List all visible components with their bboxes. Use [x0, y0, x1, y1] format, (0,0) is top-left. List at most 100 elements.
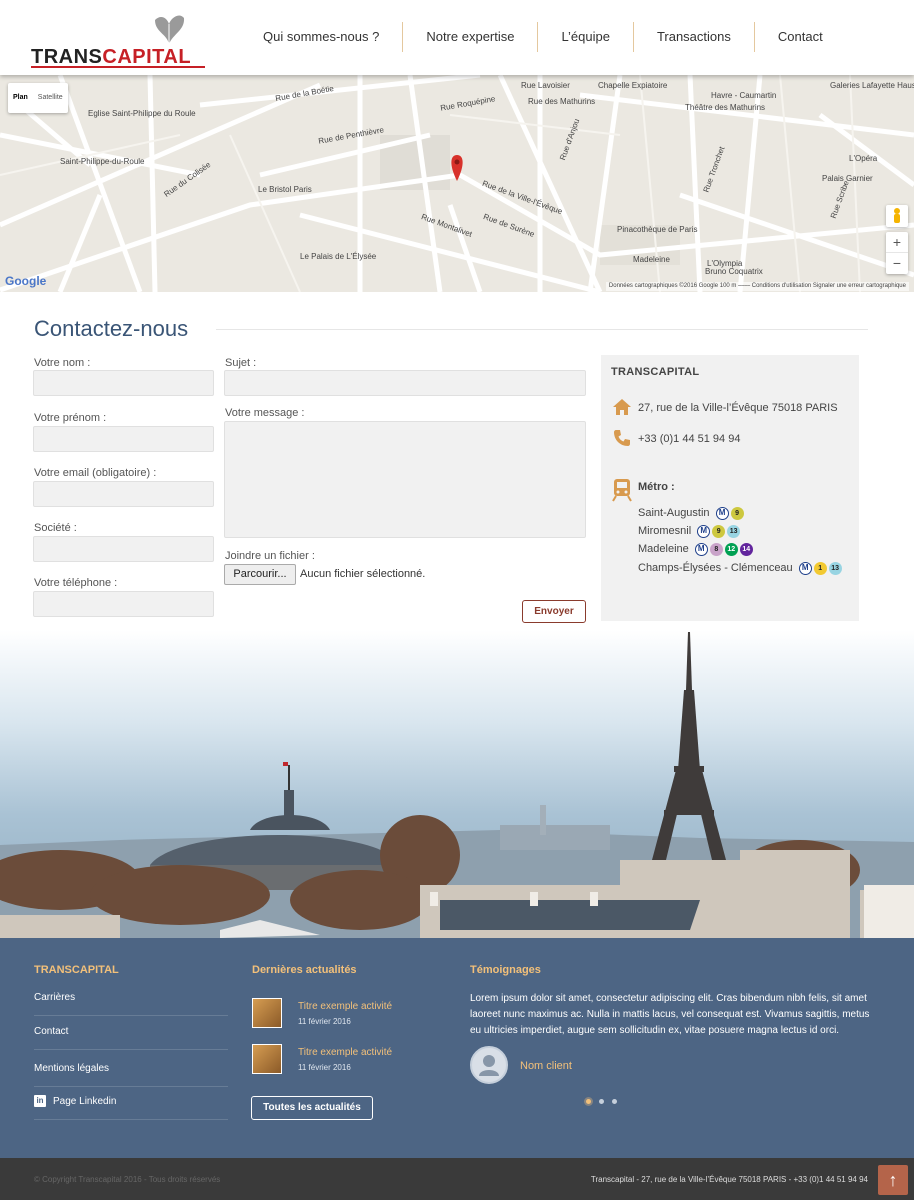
news-thumbnail[interactable] — [252, 998, 282, 1028]
metro-logo-icon: M — [798, 561, 812, 575]
file-label: Joindre un fichier : — [225, 550, 315, 562]
metro-station-name: Champs-Élysées - Clémenceau — [638, 562, 793, 574]
zoom-out-button[interactable]: − — [886, 253, 908, 274]
footer-company-title: TRANSCAPITAL — [34, 964, 119, 976]
map-label: Havre - Caumartin — [711, 91, 777, 100]
map-label: Madeleine — [633, 255, 670, 264]
name-field[interactable] — [33, 370, 214, 396]
page-title: Contactez-nous — [34, 316, 189, 341]
client-name: Nom client — [520, 1060, 572, 1072]
message-textarea[interactable] — [224, 421, 586, 538]
subject-label: Sujet : — [225, 357, 257, 369]
metro-line-badge: 9 — [712, 524, 726, 538]
map-label: Eglise Saint-Philippe du Roule — [88, 109, 196, 118]
all-news-button[interactable]: Toutes les actualités — [251, 1096, 373, 1120]
nav-item-contact[interactable]: Contact — [755, 22, 846, 52]
map-label: L'Opéra — [849, 154, 878, 163]
map-label: Pinacothèque de Paris — [617, 225, 698, 234]
metro-logo-icon: M — [715, 506, 729, 520]
info-phone: +33 (0)1 44 51 94 94 — [638, 433, 741, 445]
nav-item-equipe[interactable]: L’équipe — [538, 22, 634, 52]
google-logo: Google — [5, 274, 47, 288]
map-type-control: Plan Satellite — [8, 83, 68, 113]
map-type-plan[interactable]: Plan — [8, 83, 33, 113]
metro-line-badge: 12 — [724, 542, 738, 556]
message-label: Votre message : — [225, 407, 305, 419]
metro-station-row: Champs-Élysées - Clémenceau M 1 13 — [638, 560, 844, 576]
metro-station-name: Saint-Augustin — [638, 507, 710, 519]
metro-line-badge: 1 — [813, 561, 827, 575]
arrow-up-icon: ↑ — [888, 1170, 898, 1190]
news-title[interactable]: Titre exemple activité — [298, 1047, 392, 1058]
testimonial-text: Lorem ipsum dolor sit amet, consectetur … — [470, 993, 870, 1036]
footer-link-mentions[interactable]: Mentions légales — [34, 1063, 228, 1087]
pager-dot[interactable] — [612, 1099, 617, 1104]
phone-label: Votre téléphone : — [34, 577, 118, 589]
map-zoom-control: + − — [886, 232, 908, 274]
map-label: Le Palais de L'Élysée — [300, 252, 377, 261]
street-view-pegman-icon[interactable] — [886, 205, 908, 227]
subject-field[interactable] — [224, 370, 586, 396]
map-label: Saint-Philippe-du-Roule — [60, 157, 145, 166]
email-field[interactable] — [33, 481, 214, 507]
file-status: Aucun fichier sélectionné. — [300, 568, 426, 580]
nav-item-qui-sommes-nous[interactable]: Qui sommes-nous ? — [240, 22, 404, 52]
footer-testimonials-title: Témoignages — [470, 964, 541, 976]
testimonial-pager — [586, 1099, 625, 1104]
email-label: Votre email (obligatoire) : — [34, 467, 157, 479]
pager-dot[interactable] — [599, 1099, 604, 1104]
metro-label: Métro : — [638, 481, 675, 493]
map-label: Galeries Lafayette Haussmann — [830, 81, 914, 90]
ginkgo-leaf-icon — [155, 15, 185, 44]
metro-line-badge: 14 — [739, 542, 753, 556]
main-nav: Qui sommes-nous ? Notre expertise L’équi… — [240, 22, 846, 52]
site-header: TRANSCAPITAL Qui sommes-nous ? Notre exp… — [0, 0, 914, 75]
metro-line-badge: 8 — [709, 542, 723, 556]
metro-station-row: Saint-Augustin M 9 — [638, 505, 746, 521]
paris-skyline-image — [0, 630, 914, 938]
metro-line-badge: 13 — [828, 561, 842, 575]
phone-field[interactable] — [33, 591, 214, 617]
company-label: Société : — [34, 522, 77, 534]
news-date: 11 février 2016 — [298, 1063, 351, 1072]
map-type-satellite[interactable]: Satellite — [33, 83, 68, 113]
title-divider — [216, 329, 868, 330]
pager-dot[interactable] — [586, 1099, 591, 1104]
map-attribution[interactable]: Données cartographiques ©2016 Google 100… — [605, 282, 909, 291]
nav-item-notre-expertise[interactable]: Notre expertise — [403, 22, 539, 52]
zoom-in-button[interactable]: + — [886, 232, 908, 253]
copyright: © Copyright Transcapital 2016 - Tous dro… — [34, 1175, 221, 1184]
metro-station-row: Madeleine M 8 12 14 — [638, 541, 755, 557]
home-icon — [613, 399, 631, 415]
map-label: Rue Lavoisier — [521, 81, 570, 90]
footer-news-title: Dernières actualités — [252, 964, 357, 976]
metro-line-badge: 9 — [730, 506, 744, 520]
transcapital-logo[interactable]: TRANSCAPITAL — [31, 8, 211, 68]
company-field[interactable] — [33, 536, 214, 562]
browse-file-button[interactable]: Parcourir... — [224, 564, 296, 585]
client-avatar-icon — [470, 1046, 508, 1084]
linkedin-label: Page Linkedin — [53, 1096, 117, 1107]
footer-address: Transcapital - 27, rue de la Ville-l’Évê… — [590, 1175, 868, 1184]
metro-logo-icon: M — [694, 542, 708, 556]
google-map[interactable]: Rue Lavoisier Chapelle Expiatoire Havre … — [0, 75, 914, 292]
footer-link-carrieres[interactable]: Carrières — [34, 992, 228, 1016]
info-address: 27, rue de la Ville-l’Évêque 75018 PARIS — [638, 402, 838, 414]
back-to-top-button[interactable]: ↑ — [878, 1165, 908, 1195]
metro-station-name: Madeleine — [638, 543, 689, 555]
map-label: Théâtre des Mathurins — [685, 103, 766, 112]
train-icon — [612, 479, 632, 502]
news-title[interactable]: Titre exemple activité — [298, 1001, 392, 1012]
map-label: Rue des Mathurins — [528, 97, 596, 106]
news-thumbnail[interactable] — [252, 1044, 282, 1074]
footer-link-contact[interactable]: Contact — [34, 1026, 228, 1050]
nav-item-transactions[interactable]: Transactions — [634, 22, 755, 52]
footer-link-linkedin[interactable]: in Page Linkedin — [34, 1095, 228, 1120]
send-button[interactable]: Envoyer — [522, 600, 586, 623]
name-label: Votre nom : — [34, 357, 91, 369]
metro-logo-icon: M — [697, 524, 711, 538]
firstname-field[interactable] — [33, 426, 214, 452]
logo-underline — [31, 66, 205, 68]
map-label: Bruno Coquatrix — [705, 267, 763, 276]
news-date: 11 février 2016 — [298, 1017, 351, 1026]
